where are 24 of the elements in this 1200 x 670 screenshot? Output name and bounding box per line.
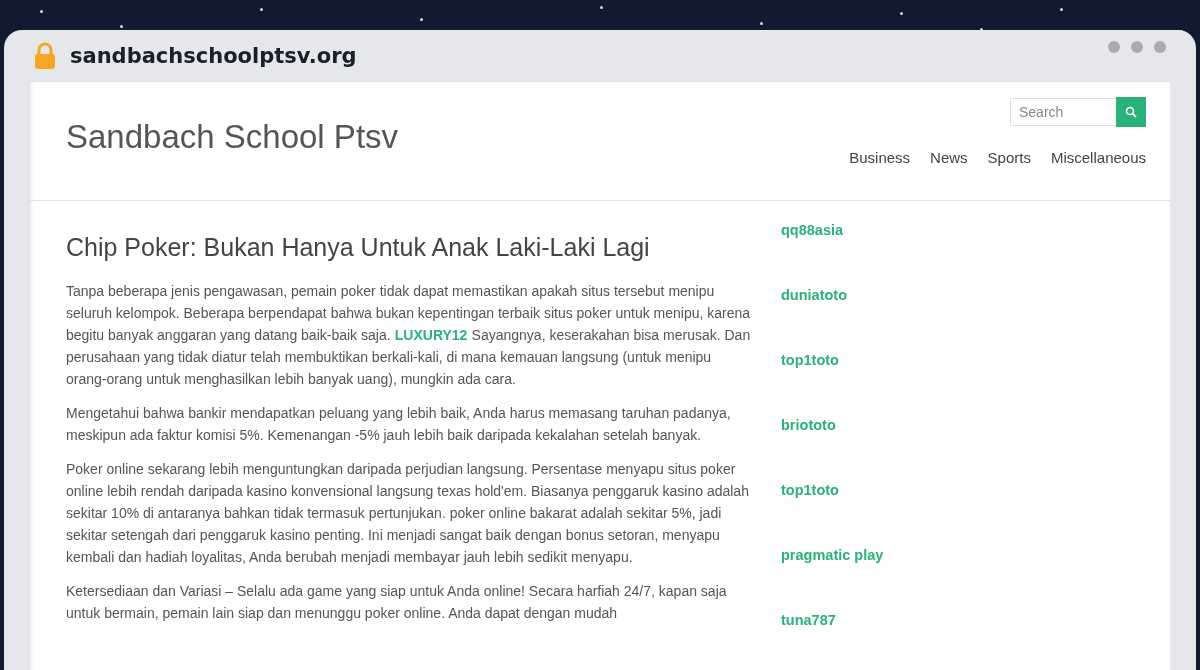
nav-link[interactable]: News [930, 149, 968, 166]
site-title[interactable]: Sandbach School Ptsv [66, 118, 399, 200]
search-icon [1125, 106, 1137, 118]
article-paragraph: Mengetahui bahwa bankir mendapatkan peluang yang lebih baik, Anda harus memasang taruhan padanya, meskipun ada faktur komisi 5%. Kemenangan -5% jauh lebih baik daripada kekalahan setelah banyak. [66, 404, 732, 445]
nav-link[interactable]: Sports [987, 149, 1031, 166]
nav-link[interactable]: Business [849, 149, 911, 166]
article-title: Chip Poker: Bukan Hanya Untuk Anak Laki-Laki Lagi [66, 233, 651, 262]
sidebar-link[interactable]: tuna787 [781, 611, 884, 630]
sidebar-link[interactable]: top1toto [781, 351, 884, 370]
article-link[interactable]: LUXURY12 [394, 327, 468, 343]
window-dots-icon [1108, 41, 1166, 53]
article-paragraph: Tanpa beberapa jenis pengawasan, pemain poker tidak dapat memastikan apakah situs tersebut menipu seluruh kelompok. Beberapa berpendapat bahwa bukan kepentingan terbaik situs poker untuk menipu, karena begitu banyak anggaran yang datang baik-baik saja. LUXURY12 Sayangnya, keserakahan bisa merusak. Dan perusahaan yang tidak diatur telah membuktikan berkali-kali, di mana kemauan langsung (untuk menipu orang-orang untuk menghasilkan lebih banyak uang), mungkin ada cara. [66, 282, 751, 389]
sidebar-link[interactable]: briototo [781, 416, 884, 435]
search-field[interactable]: Search [1010, 98, 1116, 126]
sidebar-link[interactable]: qq88asia [781, 221, 884, 240]
lock-icon [34, 42, 56, 70]
sidebar-link[interactable]: duniatoto [781, 286, 884, 305]
sidebar-link[interactable]: pragmatic play [781, 546, 884, 565]
article-paragraph: Poker online sekarang lebih menguntungkan daripada perjudian langsung. Persentase menyapu situs poker online lebih rendah daripada kasino konvensional langsung texas hold'em. Biasanya penggaruk kasino adalah sekitar 10% di antaranya bahkan tidak termasuk pertunjukan. poker online bakarat adalah sekitar 5%, jadi sekitar setengah dari penggaruk kasino penting. Ini menjadi sangat baik dengan bonus setoran, menyapu kembali dan hadiah loyalitas, Anda berubah menjadi membayar jauh lebih sedikit menyapu. [66, 460, 750, 567]
article-paragraph: Ketersediaan dan Variasi – Selalu ada game yang siap untuk Anda online! Secara harfiah 24/7, kapan saja untuk bermain, pemain lain siap dan menunggu poker online. Anda dapat dengan mudah [66, 582, 728, 623]
nav-link[interactable]: Miscellaneous [1050, 149, 1146, 166]
search-button[interactable] [1116, 97, 1146, 127]
sidebar-link[interactable]: top1toto [781, 481, 884, 500]
address-url[interactable]: sandbachschoolptsv.org [70, 44, 357, 68]
